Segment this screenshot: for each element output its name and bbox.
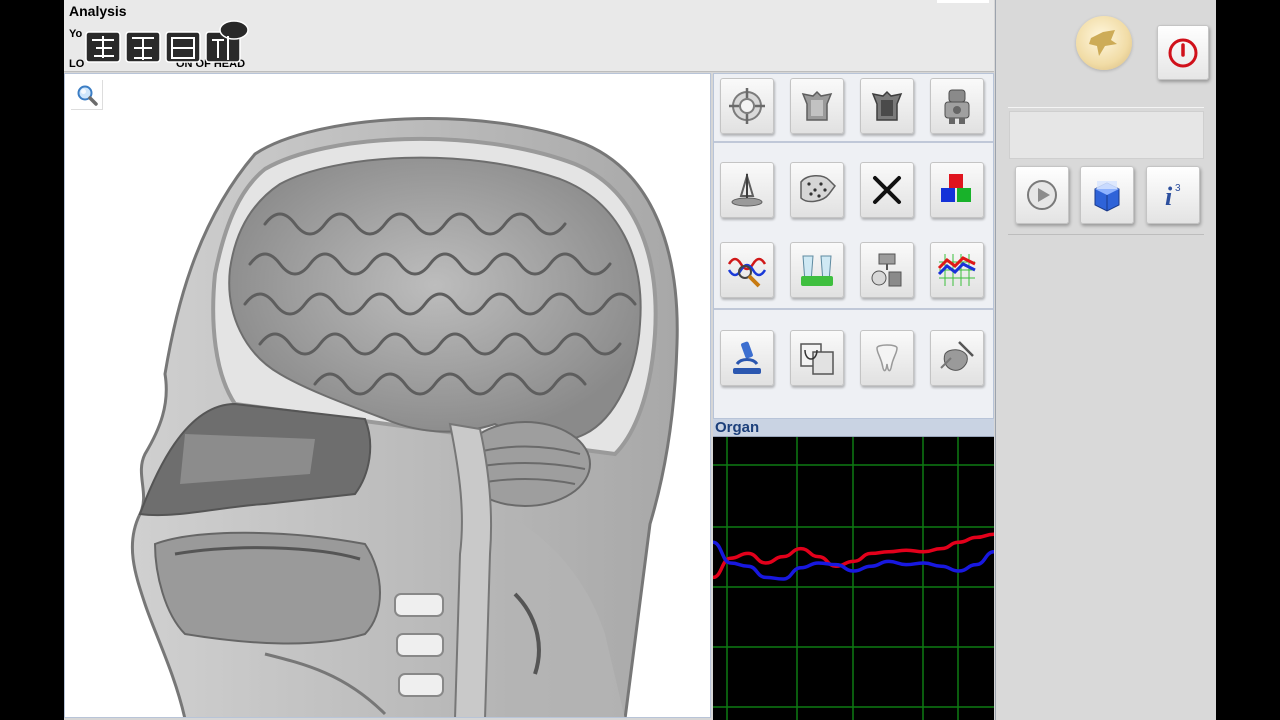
organ-scalpel-button[interactable]	[930, 330, 984, 386]
play-icon	[1027, 180, 1057, 210]
lab-equipment-button[interactable]	[860, 242, 914, 298]
tooth-button[interactable]	[860, 330, 914, 386]
right-control-panel: i 3	[995, 0, 1216, 720]
tool-divider	[714, 308, 993, 310]
close-x-icon	[873, 176, 901, 204]
svg-text:i: i	[1165, 182, 1173, 211]
organ-graph	[712, 437, 995, 720]
power-button[interactable]	[1157, 25, 1209, 80]
header-subtitle: Yo	[69, 28, 83, 40]
spectrum-graph-icon	[937, 254, 976, 286]
panel-separator	[1008, 234, 1204, 235]
wave-magnifier-icon	[727, 257, 767, 288]
tool-divider	[714, 141, 993, 143]
header-bar: Analysis Yo LO ON OF HEAD	[64, 0, 994, 72]
microscope-scan-button[interactable]	[720, 162, 774, 218]
compare-images-button[interactable]	[790, 330, 844, 386]
wave-inspect-button[interactable]	[720, 242, 774, 298]
zoom-button[interactable]	[71, 80, 103, 110]
organ-scalpel-icon	[940, 341, 974, 371]
dark-organ-icon	[871, 90, 903, 121]
info-button[interactable]: i 3	[1146, 166, 1200, 224]
head-cross-section-image	[130, 117, 679, 717]
spectrum-graph-button[interactable]	[930, 242, 984, 298]
logo-icon	[1089, 30, 1117, 56]
hollow-organ-icon	[801, 90, 833, 121]
brand-logo	[1076, 16, 1132, 70]
lab-equipment-icon	[871, 253, 902, 287]
target-scan-button[interactable]	[720, 78, 774, 134]
organ-panel-title: Organ	[713, 419, 994, 437]
tooth-icon	[876, 344, 898, 372]
info-icon: i 3	[1165, 182, 1181, 211]
crosshair-target-icon	[729, 88, 765, 124]
top-tab-indicator	[937, 0, 989, 3]
organ-view-button[interactable]	[790, 78, 844, 134]
panel-separator	[1008, 107, 1204, 108]
svg-text:3: 3	[1175, 183, 1181, 194]
play-button[interactable]	[1015, 166, 1069, 224]
rgb-color-icon	[941, 174, 971, 202]
organ-waveform-chart	[712, 437, 995, 720]
robot-icon	[944, 89, 970, 124]
vials-button[interactable]	[790, 242, 844, 298]
color-analysis-button[interactable]	[930, 162, 984, 218]
tool-palette	[713, 73, 994, 419]
microscope-icon	[733, 341, 761, 374]
robot-analysis-button[interactable]	[930, 78, 984, 134]
dotted-organ-button[interactable]	[790, 162, 844, 218]
magnifier-icon	[77, 85, 98, 106]
microscope-button[interactable]	[720, 330, 774, 386]
close-button[interactable]	[860, 162, 914, 218]
watermark-overlay-icon	[85, 20, 249, 63]
page-title: Analysis	[69, 3, 127, 19]
compare-images-icon	[800, 343, 834, 375]
vials-icon	[801, 255, 833, 286]
application-window: Analysis Yo LO ON OF HEAD Organ i 3	[64, 0, 1216, 720]
head-image-panel	[64, 73, 711, 718]
info-display-field	[1009, 111, 1204, 159]
cube-3d-button[interactable]	[1080, 166, 1134, 224]
cube-icon	[1094, 181, 1120, 212]
dotted-organ-icon	[800, 175, 836, 203]
organ-dark-view-button[interactable]	[860, 78, 914, 134]
microscope-scan-icon	[731, 172, 763, 207]
power-icon	[1168, 38, 1198, 67]
